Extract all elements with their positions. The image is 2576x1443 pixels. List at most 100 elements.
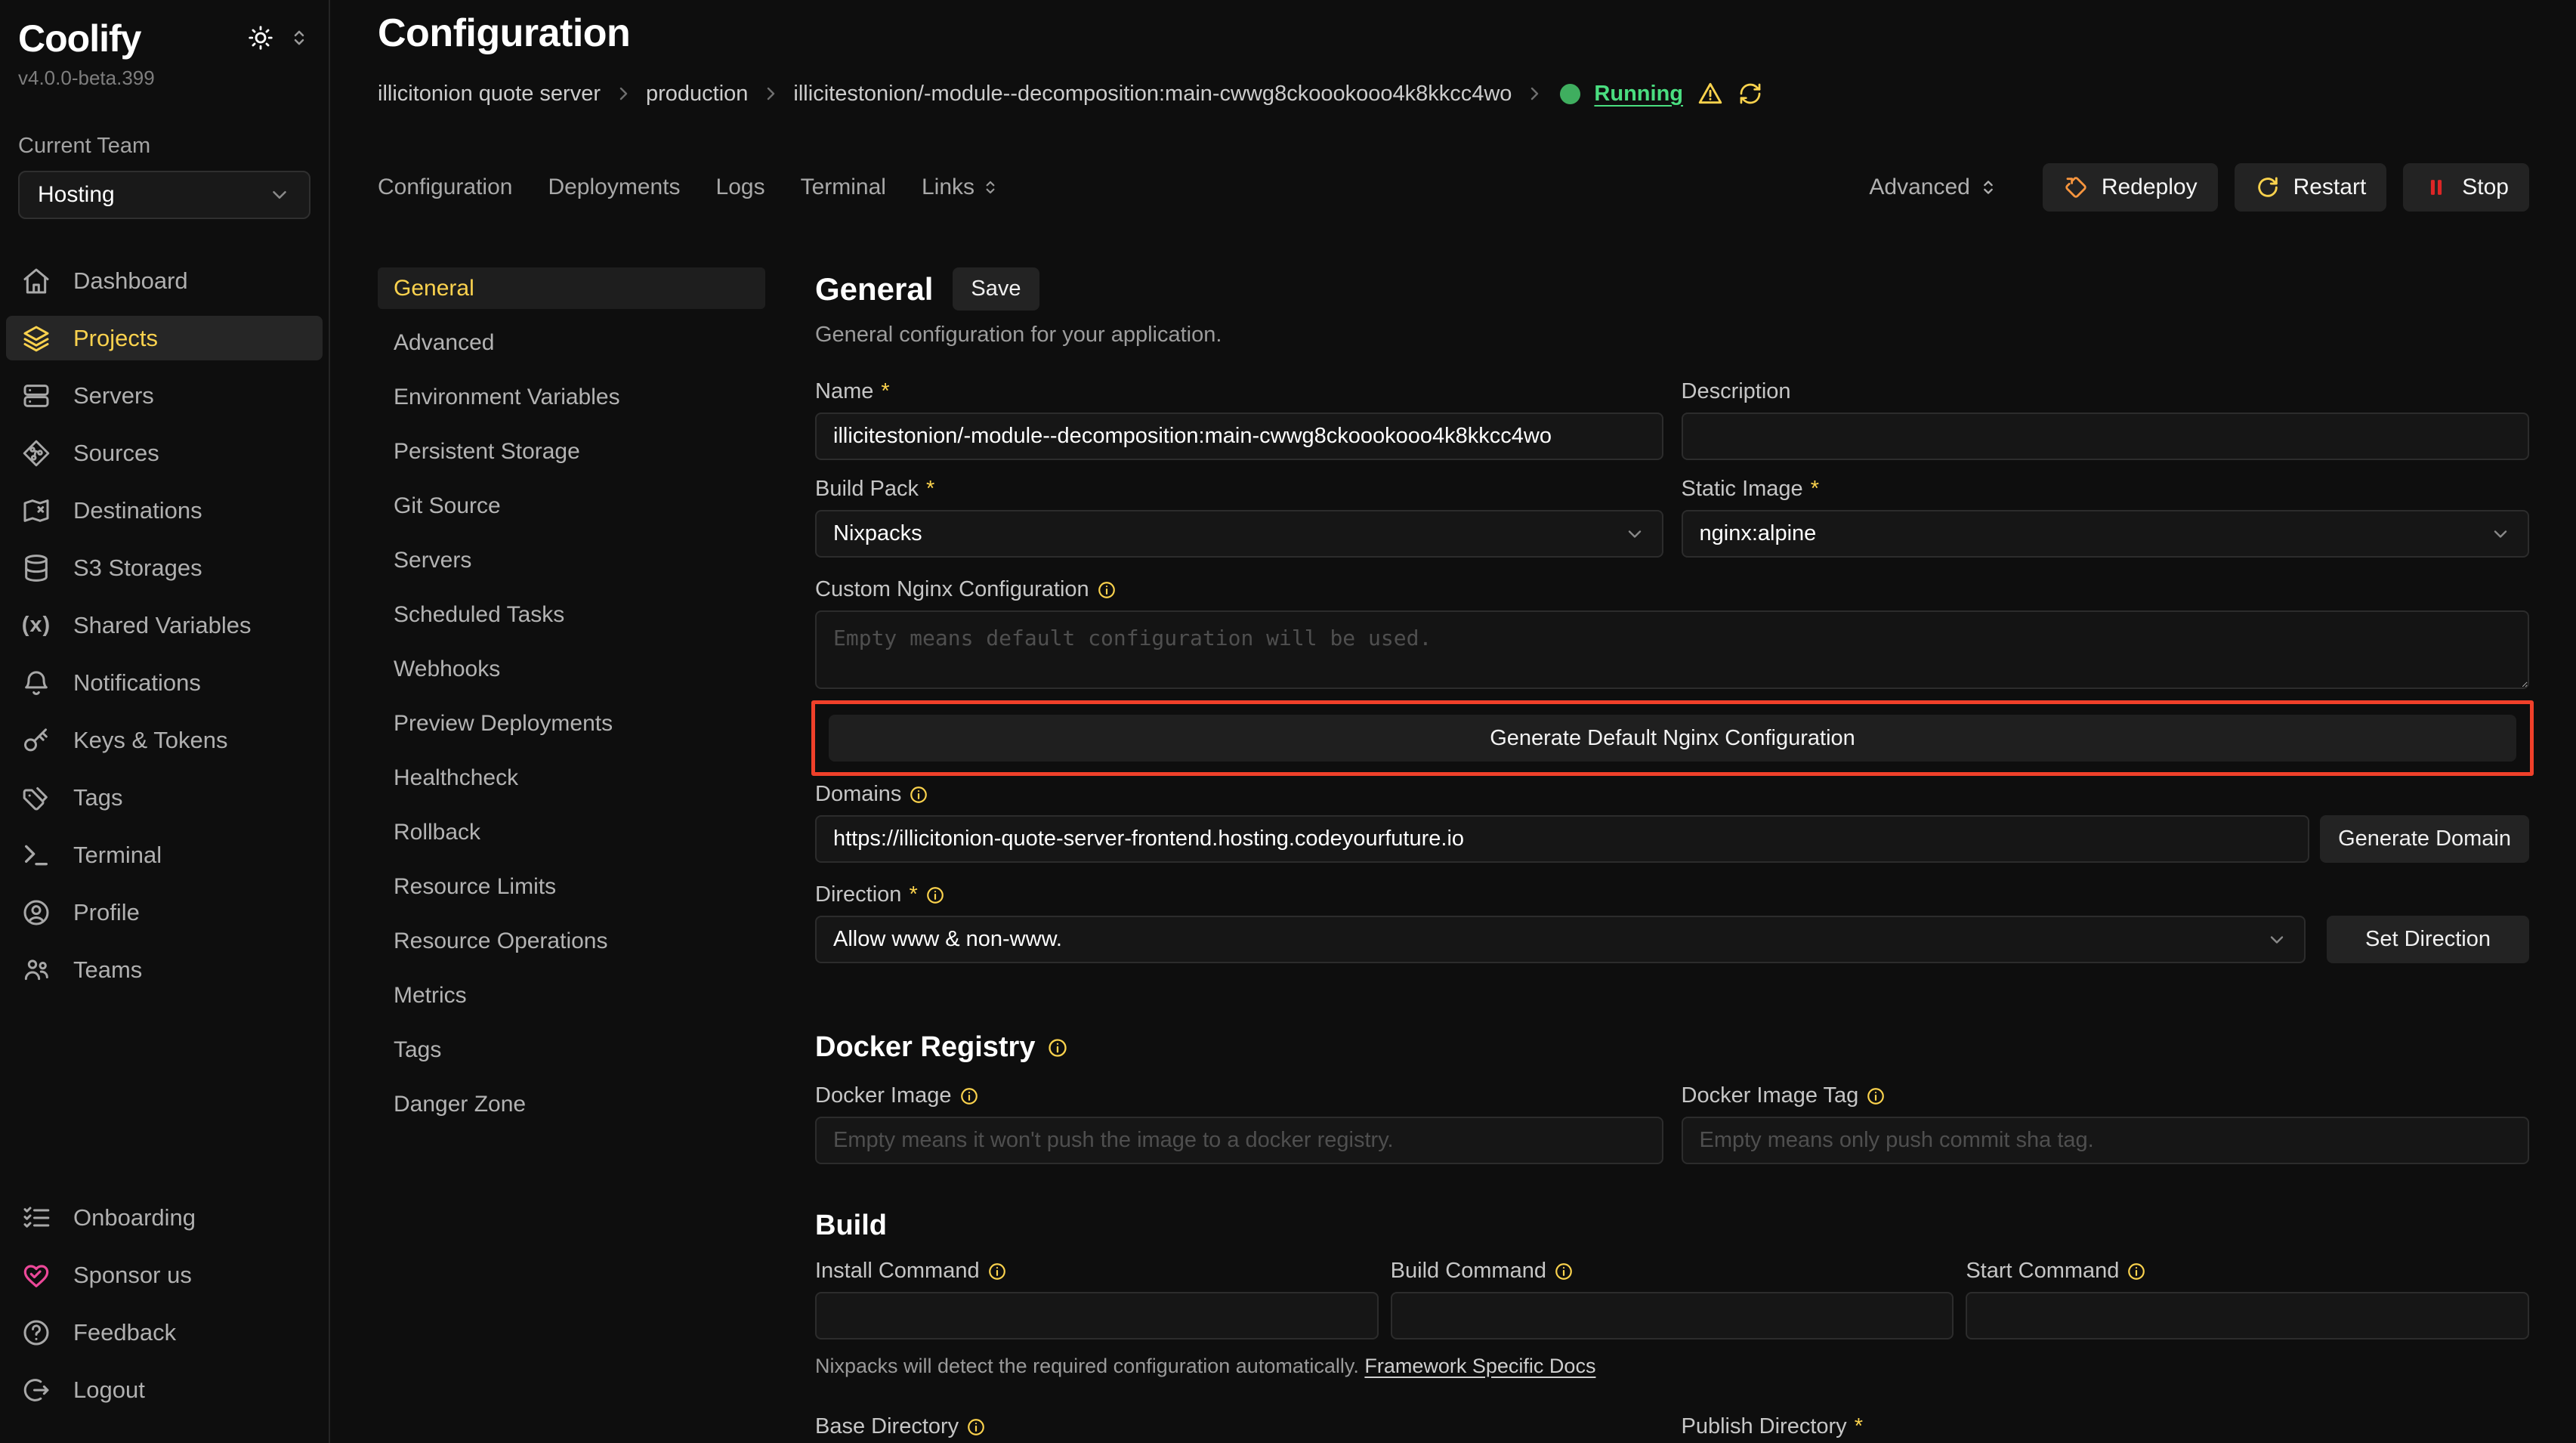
subnav-scheduled-tasks[interactable]: Scheduled Tasks: [378, 594, 765, 635]
tab-links[interactable]: Links: [922, 175, 1000, 200]
subnav-environment-variables[interactable]: Environment Variables: [378, 376, 765, 418]
subnav-advanced[interactable]: Advanced: [378, 322, 765, 363]
sidebar-item-shared-variables[interactable]: (x) Shared Variables: [6, 603, 323, 647]
breadcrumb-resource[interactable]: illicitestonion/-module--decomposition:m…: [793, 82, 1512, 107]
general-heading: General: [815, 271, 933, 307]
subnav-resource-limits[interactable]: Resource Limits: [378, 866, 765, 907]
sidebar-item-onboarding[interactable]: Onboarding: [6, 1195, 323, 1240]
subnav-general[interactable]: General: [378, 267, 765, 309]
set-direction-button[interactable]: Set Direction: [2327, 916, 2529, 963]
sidebar-item-label: Terminal: [73, 842, 162, 869]
info-icon: [2127, 1262, 2146, 1281]
sidebar-item-profile[interactable]: Profile: [6, 890, 323, 935]
docker-image-input[interactable]: [815, 1117, 1663, 1164]
sidebar-item-feedback[interactable]: Feedback: [6, 1310, 323, 1355]
domains-input[interactable]: [815, 815, 2309, 863]
home-icon: [20, 265, 52, 297]
build-heading: Build: [815, 1210, 2529, 1242]
sidebar-item-notifications[interactable]: Notifications: [6, 660, 323, 705]
save-button[interactable]: Save: [953, 267, 1039, 311]
generate-domain-button[interactable]: Generate Domain: [2320, 815, 2529, 863]
theme-toggle-sun-icon[interactable]: [247, 24, 274, 51]
info-icon: [987, 1262, 1007, 1281]
build-pack-field: Build Pack * Nixpacks: [815, 477, 1663, 558]
breadcrumb-environment[interactable]: production: [646, 82, 748, 107]
direction-field: Direction * Allow www & non-www. Set Dir…: [815, 882, 2529, 963]
start-command-field: Start Command: [1966, 1259, 2529, 1339]
sidebar-item-destinations[interactable]: Destinations: [6, 488, 323, 533]
subnav-webhooks[interactable]: Webhooks: [378, 648, 765, 690]
framework-docs-link[interactable]: Framework Specific Docs: [1364, 1355, 1595, 1377]
advanced-menu[interactable]: Advanced: [1869, 175, 1998, 200]
status-running-link[interactable]: Running: [1594, 82, 1683, 107]
domains-field: Domains Generate Domain: [815, 782, 2529, 863]
info-icon: [1097, 580, 1117, 600]
subnav-persistent-storage[interactable]: Persistent Storage: [378, 431, 765, 472]
team-select[interactable]: Hosting: [18, 171, 310, 219]
required-mark: *: [881, 379, 889, 404]
nixpacks-note: Nixpacks will detect the required config…: [815, 1355, 2529, 1378]
sidebar-item-dashboard[interactable]: Dashboard: [6, 258, 323, 303]
subnav-resource-operations[interactable]: Resource Operations: [378, 920, 765, 962]
tab-terminal[interactable]: Terminal: [801, 175, 886, 200]
subnav-rollback[interactable]: Rollback: [378, 811, 765, 853]
sidebar-item-label: Dashboard: [73, 267, 188, 295]
redeploy-button[interactable]: Redeploy: [2043, 163, 2218, 212]
static-image-label: Static Image: [1682, 477, 1803, 502]
subnav-servers[interactable]: Servers: [378, 539, 765, 581]
app-version: v4.0.0-beta.399: [18, 66, 310, 90]
stop-button[interactable]: Stop: [2403, 163, 2529, 212]
docker-image-field: Docker Image: [815, 1083, 1663, 1164]
required-mark: *: [926, 477, 934, 502]
sidebar-item-keys-tokens[interactable]: Keys & Tokens: [6, 718, 323, 762]
sidebar-item-label: Destinations: [73, 497, 202, 524]
advanced-label: Advanced: [1869, 175, 1969, 200]
build-command-input[interactable]: [1391, 1292, 1954, 1339]
warning-icon[interactable]: [1697, 80, 1724, 107]
description-input[interactable]: [1682, 413, 2530, 460]
required-mark: *: [1855, 1414, 1863, 1439]
direction-value: Allow www & non-www.: [833, 927, 1062, 952]
git-source-icon: [20, 437, 52, 469]
required-mark: *: [909, 882, 917, 907]
sidebar-item-logout[interactable]: Logout: [6, 1367, 323, 1412]
subnav-danger-zone[interactable]: Danger Zone: [378, 1083, 765, 1125]
tab-deployments[interactable]: Deployments: [548, 175, 680, 200]
breadcrumb-project[interactable]: illicitonion quote server: [378, 82, 601, 107]
static-image-select[interactable]: nginx:alpine: [1682, 510, 2530, 558]
team-select-value: Hosting: [38, 182, 115, 208]
tab-configuration[interactable]: Configuration: [378, 175, 512, 200]
restart-button[interactable]: Restart: [2235, 163, 2387, 212]
chevron-down-icon: [2266, 929, 2287, 950]
name-input[interactable]: [815, 413, 1663, 460]
sidebar-item-sponsor[interactable]: Sponsor us: [6, 1253, 323, 1297]
sidebar-item-terminal[interactable]: Terminal: [6, 833, 323, 877]
subnav-healthcheck[interactable]: Healthcheck: [378, 757, 765, 799]
breadcrumb: illicitonion quote server production ill…: [378, 80, 2529, 107]
info-icon: [909, 785, 928, 805]
start-command-input[interactable]: [1966, 1292, 2529, 1339]
docker-image-tag-input[interactable]: [1682, 1117, 2530, 1164]
refresh-icon[interactable]: [1737, 81, 1763, 107]
database-icon: [20, 552, 52, 584]
sidebar-item-label: Feedback: [73, 1319, 176, 1346]
install-command-input[interactable]: [815, 1292, 1379, 1339]
subnav-git-source[interactable]: Git Source: [378, 485, 765, 527]
generate-nginx-config-button[interactable]: Generate Default Nginx Configuration: [829, 715, 2516, 762]
build-pack-select[interactable]: Nixpacks: [815, 510, 1663, 558]
sidebar-item-projects[interactable]: Projects: [6, 316, 323, 360]
sidebar-item-tags[interactable]: Tags: [6, 775, 323, 820]
server-icon: [20, 380, 52, 412]
tab-logs[interactable]: Logs: [716, 175, 765, 200]
subnav-tags[interactable]: Tags: [378, 1029, 765, 1071]
subnav-metrics[interactable]: Metrics: [378, 975, 765, 1016]
sidebar-item-servers[interactable]: Servers: [6, 373, 323, 418]
direction-select[interactable]: Allow www & non-www.: [815, 916, 2306, 963]
sidebar-item-teams[interactable]: Teams: [6, 947, 323, 992]
nginx-config-textarea[interactable]: [815, 610, 2529, 689]
sidebar-item-s3-storages[interactable]: S3 Storages: [6, 545, 323, 590]
subnav-preview-deployments[interactable]: Preview Deployments: [378, 703, 765, 744]
layout-switcher-icon[interactable]: [288, 26, 310, 49]
sidebar-item-sources[interactable]: Sources: [6, 431, 323, 475]
general-subtitle: General configuration for your applicati…: [815, 323, 2529, 348]
